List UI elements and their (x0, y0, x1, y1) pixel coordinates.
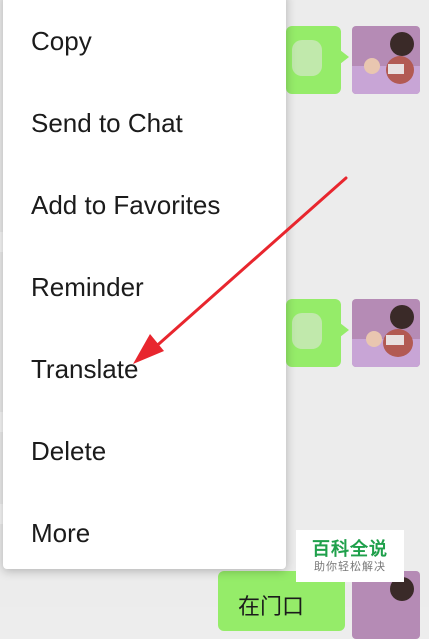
annotation-arrow-icon (133, 176, 348, 364)
watermark-logo: 百科全说 助你轻松解决 (296, 530, 404, 582)
watermark-title: 百科全说 (312, 538, 388, 559)
watermark-subtitle: 助你轻松解决 (314, 560, 386, 573)
